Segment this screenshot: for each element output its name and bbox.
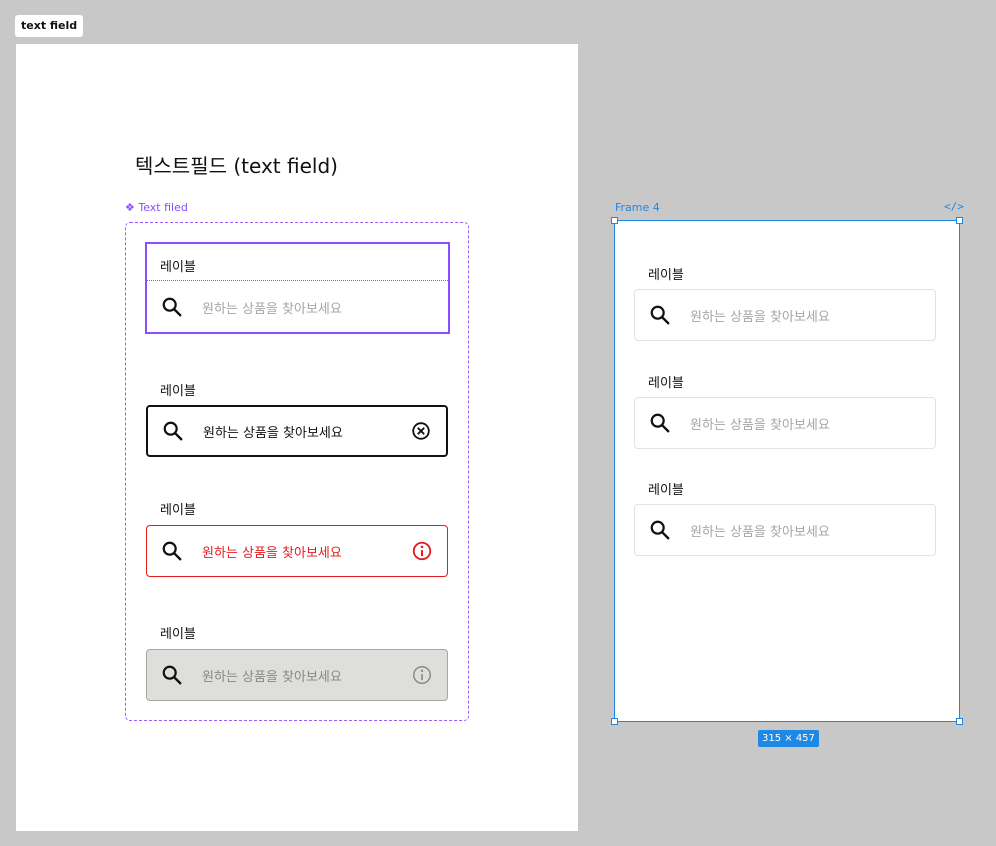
code-icon[interactable]: </>: [944, 200, 964, 213]
search-icon: [162, 297, 182, 317]
resize-handle-bottom-right[interactable]: [956, 718, 963, 725]
field-value: 원하는 상품을 찾아보세요: [203, 425, 343, 441]
field-label: 레이블: [160, 384, 196, 399]
field-placeholder: 원하는 상품을 찾아보세요: [202, 301, 342, 317]
field-placeholder: 원하는 상품을 찾아보세요: [202, 669, 342, 685]
text-field-error[interactable]: 원하는 상품을 찾아보세요: [146, 525, 448, 577]
clear-circle-icon[interactable]: [410, 420, 432, 442]
field-label: 레이블: [160, 503, 196, 518]
info-circle-icon: [412, 541, 432, 561]
field-label: 레이블: [648, 483, 684, 498]
field-placeholder: 원하는 상품을 찾아보세요: [690, 417, 830, 433]
component-set-label[interactable]: ❖ Text filed: [125, 201, 188, 214]
resize-handle-top-right[interactable]: [956, 217, 963, 224]
field-value: 원하는 상품을 찾아보세요: [202, 545, 342, 561]
size-badge: 315 × 457: [758, 730, 819, 747]
field-placeholder: 원하는 상품을 찾아보세요: [690, 524, 830, 540]
field-label: 레이블: [160, 260, 196, 275]
field-placeholder: 원하는 상품을 찾아보세요: [690, 309, 830, 325]
text-field-default[interactable]: 원하는 상품을 찾아보세요: [634, 397, 936, 449]
search-icon: [162, 665, 182, 685]
frame-tag[interactable]: text field: [15, 15, 84, 37]
page-title: 텍스트필드 (text field): [135, 154, 338, 178]
resize-handle-bottom-left[interactable]: [611, 718, 618, 725]
search-icon: [162, 541, 182, 561]
search-icon: [650, 413, 670, 433]
frame4-name[interactable]: Frame 4: [615, 201, 660, 214]
text-field-default[interactable]: 원하는 상품을 찾아보세요: [634, 504, 936, 556]
search-icon: [650, 520, 670, 540]
resize-handle-top-left[interactable]: [611, 217, 618, 224]
text-field-default[interactable]: 원하는 상품을 찾아보세요: [634, 289, 936, 341]
info-circle-icon: [413, 666, 431, 684]
variant-default-selected[interactable]: 레이블 원하는 상품을 찾아보세요: [145, 242, 450, 334]
frame-4[interactable]: 레이블 원하는 상품을 찾아보세요 레이블 원하는 상품을 찾아보세요 레이블 …: [614, 220, 960, 722]
text-field-focus[interactable]: 원하는 상품을 찾아보세요: [146, 405, 448, 457]
text-field-disabled: 원하는 상품을 찾아보세요: [146, 649, 448, 701]
artboard-text-field[interactable]: 텍스트필드 (text field) ❖ Text filed 레이블 원하는 …: [16, 44, 578, 831]
field-label: 레이블: [648, 376, 684, 391]
text-field-row[interactable]: 원하는 상품을 찾아보세요: [147, 281, 448, 333]
search-icon: [163, 421, 183, 441]
field-label: 레이블: [648, 268, 684, 283]
search-icon: [650, 305, 670, 325]
field-label: 레이블: [160, 627, 196, 642]
